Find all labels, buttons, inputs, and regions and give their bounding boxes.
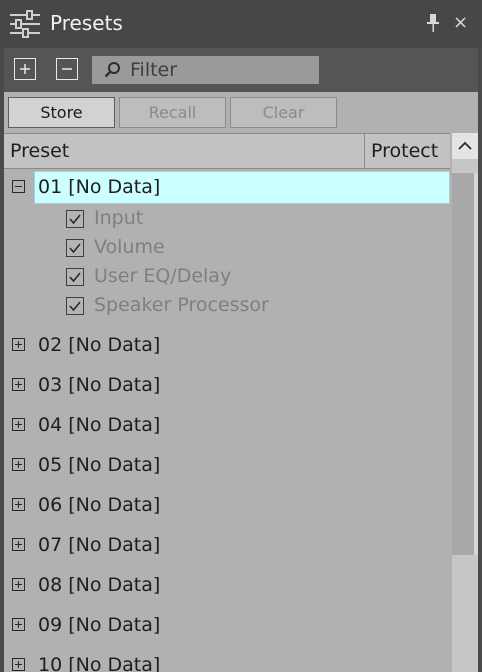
preset-label: 03 [No Data] xyxy=(38,374,161,396)
toolbar: Filter xyxy=(4,48,478,92)
column-header-preset[interactable]: Preset xyxy=(10,140,69,162)
scroll-up-button[interactable] xyxy=(452,133,478,159)
store-button[interactable]: Store xyxy=(8,97,115,128)
expand-icon[interactable] xyxy=(12,498,25,511)
window-title: Presets xyxy=(50,11,123,35)
preset-label: 01 [No Data] xyxy=(38,176,161,198)
preset-label: 06 [No Data] xyxy=(38,494,161,516)
chevron-up-icon xyxy=(458,141,472,150)
preset-label: 02 [No Data] xyxy=(38,334,161,356)
preset-label: 05 [No Data] xyxy=(38,454,161,476)
tree-header: Preset Protect xyxy=(4,133,450,169)
filter-placeholder: Filter xyxy=(130,59,178,81)
remove-preset-button[interactable] xyxy=(56,58,78,80)
checkmark-icon xyxy=(69,301,81,312)
preset-tree: Preset Protect 01 [No Data] Input Volume Us… xyxy=(4,133,478,672)
expand-icon[interactable] xyxy=(12,538,25,551)
parameter-checkbox[interactable] xyxy=(66,210,84,228)
sliders-icon xyxy=(10,10,40,38)
preset-parameter-item: Input xyxy=(66,206,426,234)
preset-row[interactable]: 02 [No Data] xyxy=(4,328,450,364)
filter-input[interactable]: Filter xyxy=(92,56,319,84)
action-bar: Store Recall Clear xyxy=(4,92,478,132)
preset-row[interactable]: 04 [No Data] xyxy=(4,408,450,444)
vertical-scrollbar[interactable] xyxy=(452,133,478,672)
collapse-icon[interactable] xyxy=(12,180,25,193)
parameter-checkbox[interactable] xyxy=(66,297,84,315)
scroll-rail xyxy=(474,173,478,555)
preset-row[interactable]: 05 [No Data] xyxy=(4,448,450,484)
column-divider[interactable] xyxy=(364,134,365,168)
expand-icon[interactable] xyxy=(12,338,25,351)
close-icon[interactable]: × xyxy=(453,13,468,33)
clear-button[interactable]: Clear xyxy=(230,97,337,128)
plus-box-icon xyxy=(20,64,30,74)
preset-row[interactable]: 10 [No Data] xyxy=(4,648,450,672)
expand-icon[interactable] xyxy=(12,658,25,671)
parameter-label: User EQ/Delay xyxy=(94,265,232,287)
parameter-label: Speaker Processor xyxy=(94,294,269,316)
expand-icon[interactable] xyxy=(12,578,25,591)
expand-icon[interactable] xyxy=(12,618,25,631)
pin-icon[interactable] xyxy=(425,14,441,32)
preset-row[interactable]: 06 [No Data] xyxy=(4,488,450,524)
presets-panel: Filter Store Recall Clear Preset Protect… xyxy=(4,48,478,672)
preset-row[interactable]: 08 [No Data] xyxy=(4,568,450,604)
preset-label: 09 [No Data] xyxy=(38,614,161,636)
preset-row[interactable]: 09 [No Data] xyxy=(4,608,450,644)
column-header-protect[interactable]: Protect xyxy=(371,140,438,162)
expand-icon[interactable] xyxy=(12,458,25,471)
add-preset-button[interactable] xyxy=(14,58,36,80)
parameter-label: Volume xyxy=(94,236,165,258)
preset-label: 07 [No Data] xyxy=(38,534,161,556)
preset-row[interactable]: 01 [No Data] xyxy=(4,170,450,206)
preset-parameter-item: Speaker Processor xyxy=(66,293,426,321)
checkmark-icon xyxy=(69,214,81,225)
parameter-checkbox[interactable] xyxy=(66,239,84,257)
recall-button[interactable]: Recall xyxy=(119,97,226,128)
preset-label: 10 [No Data] xyxy=(38,654,161,672)
minus-box-icon xyxy=(62,68,72,70)
search-icon xyxy=(104,62,120,78)
scroll-thumb[interactable] xyxy=(452,173,474,555)
checkmark-icon xyxy=(69,272,81,283)
preset-parameter-item: User EQ/Delay xyxy=(66,264,426,292)
checkmark-icon xyxy=(69,243,81,254)
preset-row[interactable]: 03 [No Data] xyxy=(4,368,450,404)
preset-parameter-item: Volume xyxy=(66,235,426,263)
preset-label: 04 [No Data] xyxy=(38,414,161,436)
parameter-label: Input xyxy=(94,207,144,229)
preset-label: 08 [No Data] xyxy=(38,574,161,596)
preset-row[interactable]: 07 [No Data] xyxy=(4,528,450,564)
expand-icon[interactable] xyxy=(12,378,25,391)
expand-icon[interactable] xyxy=(12,418,25,431)
parameter-checkbox[interactable] xyxy=(66,268,84,286)
title-bar: Presets × xyxy=(0,0,482,48)
